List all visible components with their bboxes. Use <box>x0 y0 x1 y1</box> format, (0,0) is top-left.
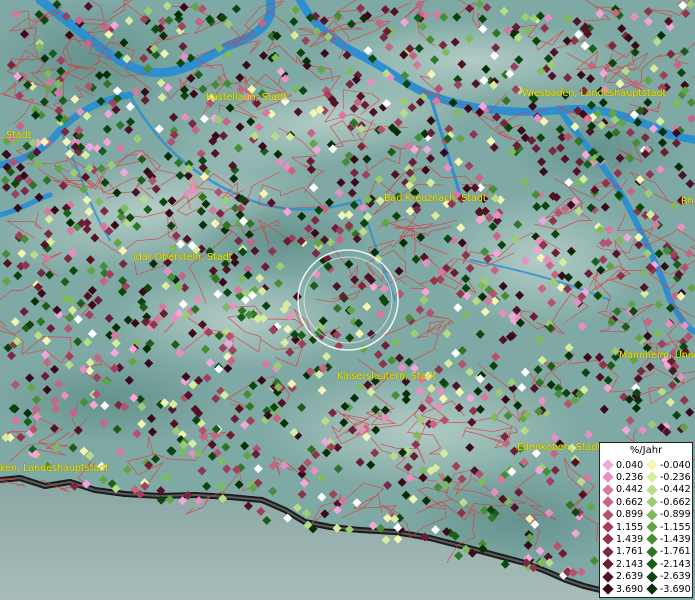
legend-swatch-icon <box>646 508 658 521</box>
legend-swatch-icon <box>646 459 658 471</box>
legend-swatch-icon <box>646 583 658 595</box>
legend-swatch-icon <box>646 496 658 508</box>
legend-swatch-icon <box>602 496 614 508</box>
legend-swatch-icon <box>646 521 658 533</box>
legend-value: -3.690 <box>660 583 691 595</box>
legend-value: 0.899 <box>616 509 644 521</box>
legend-swatch-icon <box>602 570 614 583</box>
legend-swatch-icon <box>646 471 658 484</box>
legend-value: -0.662 <box>660 496 691 508</box>
legend-value: 0.040 <box>616 459 644 471</box>
place-label: ken, Landeshauptstadt <box>0 463 109 474</box>
legend-swatch-icon <box>602 471 614 484</box>
legend-swatch-icon <box>602 459 614 471</box>
legend-swatch-icon <box>602 533 614 546</box>
legend-value: -2.143 <box>660 558 691 570</box>
legend-swatch-icon <box>602 546 614 558</box>
place-label: Kaiserslautern, Stadt <box>337 371 437 382</box>
legend-row: 3.690 -3.690 <box>602 583 692 595</box>
legend-swatch-icon <box>602 521 614 533</box>
legend-row: 2.639 -2.639 <box>602 570 692 583</box>
legend-value: -1.155 <box>660 521 691 533</box>
legend-row: 1.761 -1.761 <box>602 546 692 558</box>
legend-row: 1.439 -1.439 <box>602 533 692 546</box>
legend-value: -1.761 <box>660 546 691 558</box>
legend-row: 0.040 -0.040 <box>602 459 692 471</box>
legend-value: -0.040 <box>660 459 691 471</box>
legend-value: 2.639 <box>616 571 644 583</box>
legend-value: -1.439 <box>660 533 691 545</box>
place-label: Mannheim, Univ <box>619 350 695 361</box>
place-label: Edenkoben, Stadt <box>517 442 602 453</box>
place-label: Bad Kreuznach, Stadt <box>384 193 487 204</box>
legend-row: 1.155 -1.155 <box>602 521 692 533</box>
legend-value: -0.236 <box>660 471 691 483</box>
legend-swatch-icon <box>602 508 614 521</box>
legend: %/Jahr 0.040 -0.040 0.236 -0.236 0.442 -0.442… <box>599 442 693 598</box>
legend-value: 1.439 <box>616 533 644 545</box>
legend-row: 0.662 -0.662 <box>602 496 692 508</box>
legend-swatch-icon <box>646 570 658 583</box>
legend-value: 0.236 <box>616 471 644 483</box>
legend-value: -2.639 <box>660 571 691 583</box>
legend-value: 0.662 <box>616 496 644 508</box>
legend-swatch-icon <box>602 583 614 595</box>
legend-title: %/Jahr <box>629 445 663 456</box>
legend-swatch-icon <box>602 484 614 496</box>
legend-value: 3.690 <box>616 583 644 595</box>
place-label: Wiesbaden, Landeshauptstadt <box>522 88 667 99</box>
legend-row: 0.899 -0.899 <box>602 508 692 521</box>
legend-value: -0.442 <box>660 484 691 496</box>
legend-row: 2.143 -2.143 <box>602 558 692 570</box>
legend-swatch-icon <box>646 533 658 546</box>
legend-swatch-icon <box>602 558 614 570</box>
place-label: , Stadt <box>0 130 32 141</box>
place-label: Idar-Oberstein, Stadt <box>133 252 233 263</box>
place-label: Kastellaun, Stadt <box>206 92 287 103</box>
legend-row: 0.442 -0.442 <box>602 484 692 496</box>
legend-swatch-icon <box>646 558 658 570</box>
legend-value: 1.761 <box>616 546 644 558</box>
legend-value: 2.143 <box>616 558 644 570</box>
legend-row: 0.236 -0.236 <box>602 471 692 484</box>
legend-value: -0.899 <box>660 509 691 521</box>
place-label: Rh <box>681 196 694 207</box>
legend-value: 1.155 <box>616 521 644 533</box>
legend-value: 0.442 <box>616 484 644 496</box>
legend-swatch-icon <box>646 484 658 496</box>
legend-swatch-icon <box>646 546 658 558</box>
